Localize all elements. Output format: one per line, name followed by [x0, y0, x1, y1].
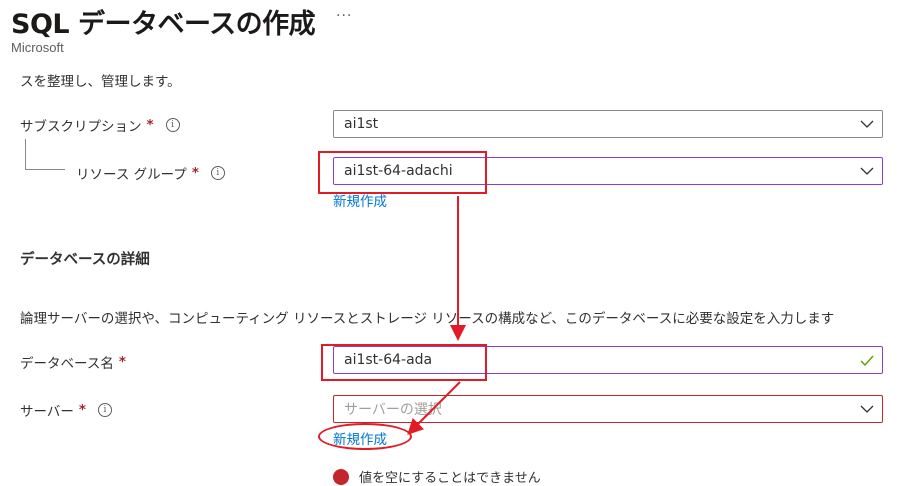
info-icon[interactable]: i: [165, 118, 180, 132]
database-name-label-row: データベース名 *: [20, 352, 126, 372]
server-label: サーバー: [20, 404, 74, 420]
server-dropdown[interactable]: サーバーの選択: [333, 395, 883, 423]
resource-group-label: リソース グループ: [76, 167, 187, 183]
chevron-down-icon: [852, 120, 882, 128]
subscription-value: ai1st: [344, 116, 379, 132]
checkmark-icon: [852, 355, 882, 366]
chevron-down-icon: [852, 405, 882, 413]
required-mark: *: [118, 354, 126, 370]
server-label-row: サーバー * i: [20, 400, 112, 420]
annotation-highlight-box: [321, 344, 487, 381]
chevron-down-icon: [852, 167, 882, 175]
database-details-heading: データベースの詳細: [20, 252, 150, 268]
resource-group-label-row: リソース グループ * i: [76, 163, 225, 183]
database-details-description: 論理サーバーの選択や、コンピューティング リソースとストレージ リソースの構成な…: [20, 311, 835, 327]
server-placeholder: サーバーの選択: [344, 402, 442, 418]
tree-connector-horizontal: [25, 169, 65, 170]
required-mark: *: [78, 402, 86, 418]
intro-text: スを整理し、管理します。: [20, 74, 181, 90]
annotation-highlight-box: [318, 151, 487, 194]
subscription-label: サブスクリプション: [20, 119, 142, 135]
page-title: SQL データベースの作成: [11, 9, 316, 40]
database-name-label: データベース名: [20, 356, 114, 372]
more-options-button[interactable]: ···: [336, 8, 352, 24]
required-mark: *: [146, 117, 154, 133]
info-icon[interactable]: i: [97, 403, 112, 417]
publisher-label: Microsoft: [11, 40, 64, 55]
annotation-highlight-oval: [318, 423, 412, 450]
tree-connector-vertical: [25, 139, 26, 169]
required-mark: *: [191, 165, 199, 181]
info-icon[interactable]: i: [210, 166, 225, 180]
subscription-label-row: サブスクリプション * i: [20, 115, 180, 135]
subscription-dropdown[interactable]: ai1st: [333, 110, 883, 138]
